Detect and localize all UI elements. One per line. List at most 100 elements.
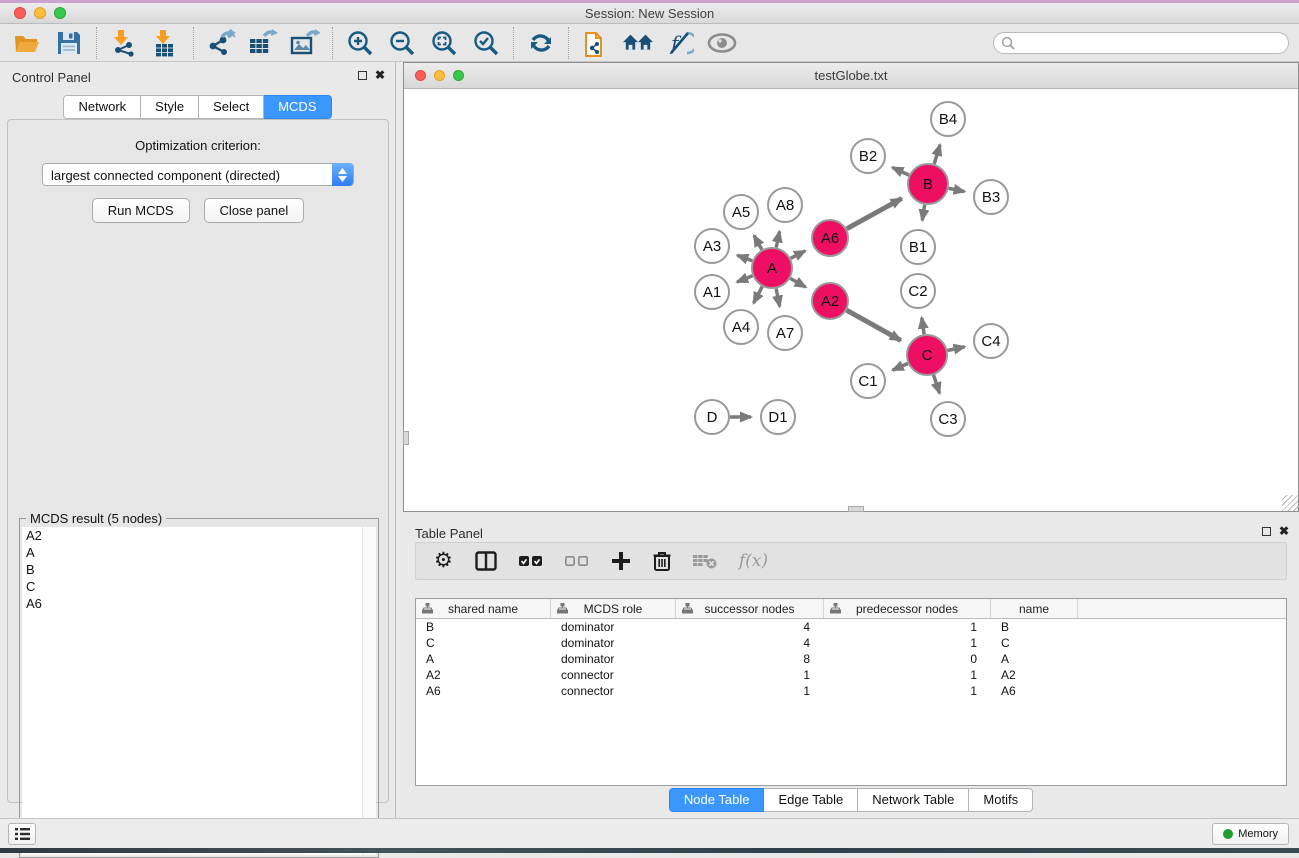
result-item[interactable]: A xyxy=(22,544,362,561)
status-bar: Memory xyxy=(0,818,1299,848)
import-network-icon[interactable] xyxy=(109,28,139,58)
column-header-predecessor-nodes[interactable]: predecessor nodes xyxy=(824,599,991,618)
run-mcds-button[interactable]: Run MCDS xyxy=(92,198,190,223)
criterion-selected-value: largest connected component (directed) xyxy=(51,168,280,183)
split-table-icon[interactable] xyxy=(475,551,497,571)
table-cell: 4 xyxy=(676,636,824,650)
table-cell: A6 xyxy=(416,684,551,698)
result-item[interactable]: C xyxy=(22,578,362,595)
graph-node-label: B1 xyxy=(909,239,927,256)
edge-A-A8 xyxy=(776,231,779,247)
zoom-fit-icon[interactable] xyxy=(429,28,459,58)
task-history-button[interactable] xyxy=(8,823,36,845)
graph-node-label: A8 xyxy=(776,197,794,214)
table-panel-title: Table Panel xyxy=(415,526,483,541)
network-canvas[interactable]: B4B2BB3B1A5A8A6A3AA1A4A7A2C2CC4C1C3DD1 xyxy=(404,89,1298,511)
export-table-icon[interactable] xyxy=(248,28,278,58)
column-header-shared-name[interactable]: shared name xyxy=(416,599,551,618)
control-panel-float-icon[interactable] xyxy=(358,71,367,80)
tab-motifs[interactable]: Motifs xyxy=(969,788,1033,812)
table-cell: A6 xyxy=(991,684,1078,698)
table-cell: 4 xyxy=(676,620,824,634)
network-vertical-scroll-thumb[interactable] xyxy=(403,431,409,445)
desktop-wallpaper-sliver xyxy=(0,848,1299,853)
home-icon[interactable] xyxy=(623,28,653,58)
show-graphics-details-icon[interactable]: f xyxy=(665,28,695,58)
tab-select[interactable]: Select xyxy=(199,95,264,119)
table-cell: 0 xyxy=(824,652,991,666)
edge-C-C3 xyxy=(934,375,940,393)
delete-table-icon[interactable] xyxy=(693,553,717,569)
table-panel-tabs: Node TableEdge TableNetwork TableMotifs xyxy=(403,788,1299,812)
export-group xyxy=(194,26,332,60)
function-builder-icon[interactable]: f(x) xyxy=(739,551,768,571)
graph-node-label: A1 xyxy=(703,284,721,301)
open-session-icon[interactable] xyxy=(12,28,42,58)
close-panel-button[interactable]: Close panel xyxy=(204,198,305,223)
mcds-result-groupbox: MCDS result (5 nodes) A2ABCA6 xyxy=(19,518,379,858)
result-list-scrollbar[interactable] xyxy=(362,527,376,855)
export-network-icon[interactable] xyxy=(206,28,236,58)
graph-node-label: C4 xyxy=(981,333,1000,350)
table-row[interactable]: A2connector11A2 xyxy=(416,667,1286,683)
result-item[interactable]: A2 xyxy=(22,527,362,544)
graph-node-label: B xyxy=(923,176,933,193)
control-panel-close-icon[interactable]: ✖ xyxy=(375,70,385,80)
graph-node-label: A3 xyxy=(703,238,721,255)
window-title: Session: New Session xyxy=(0,6,1299,21)
table-panel-close-icon[interactable]: ✖ xyxy=(1279,526,1289,536)
table-row[interactable]: A6connector11A6 xyxy=(416,683,1286,699)
zoom-out-icon[interactable] xyxy=(387,28,417,58)
network-window-title: testGlobe.txt xyxy=(404,68,1298,83)
graph-node-label: D1 xyxy=(768,409,787,426)
edge-B-B3 xyxy=(949,188,965,191)
refresh-view-icon[interactable] xyxy=(526,28,556,58)
toggle-bird-view-icon[interactable] xyxy=(707,28,737,58)
table-cell: 1 xyxy=(824,636,991,650)
tab-network-table[interactable]: Network Table xyxy=(858,788,969,812)
column-header-name[interactable]: name xyxy=(991,599,1078,618)
new-session-icon[interactable] xyxy=(581,28,611,58)
graph-node-label: A2 xyxy=(821,293,839,310)
export-image-icon[interactable] xyxy=(290,28,320,58)
search-input[interactable] xyxy=(993,32,1289,54)
zoom-selected-icon[interactable] xyxy=(471,28,501,58)
mcds-result-list[interactable]: A2ABCA6 xyxy=(22,527,362,855)
graph-node-label: A6 xyxy=(821,230,839,247)
tab-style[interactable]: Style xyxy=(141,95,199,119)
network-window-resize-grip[interactable] xyxy=(1282,495,1298,511)
tab-node-table[interactable]: Node Table xyxy=(669,788,765,812)
delete-column-trash-icon[interactable] xyxy=(653,551,671,571)
tab-edge-table[interactable]: Edge Table xyxy=(764,788,858,812)
column-header-MCDS-role[interactable]: MCDS role xyxy=(551,599,676,618)
edge-B-B4 xyxy=(934,145,940,164)
zoom-in-icon[interactable] xyxy=(345,28,375,58)
deselect-all-checkboxes-icon[interactable] xyxy=(565,555,589,567)
table-row[interactable]: Cdominator41C xyxy=(416,635,1286,651)
table-cell: 8 xyxy=(676,652,824,666)
column-header-successor-nodes[interactable]: successor nodes xyxy=(676,599,824,618)
table-cell: 1 xyxy=(676,668,824,682)
edge-A-A1 xyxy=(737,276,752,282)
save-session-icon[interactable] xyxy=(54,28,84,58)
settings-gear-icon[interactable]: ⚙ xyxy=(434,551,453,571)
table-cell: dominator xyxy=(551,652,676,666)
add-column-icon[interactable] xyxy=(611,551,631,571)
edge-A6-B xyxy=(847,198,902,228)
result-item[interactable]: A6 xyxy=(22,595,362,612)
table-panel: Table Panel ✖ ⚙ xyxy=(403,512,1299,818)
import-table-icon[interactable] xyxy=(151,28,181,58)
memory-button[interactable]: Memory xyxy=(1212,823,1289,845)
criterion-select[interactable]: largest connected component (directed) xyxy=(42,163,354,186)
view-group: f xyxy=(569,26,749,60)
graph-node-label: B4 xyxy=(939,111,957,128)
table-row[interactable]: Bdominator41B xyxy=(416,619,1286,635)
edge-A-A3 xyxy=(737,255,752,260)
tab-mcds[interactable]: MCDS xyxy=(264,95,331,119)
table-cell: C xyxy=(416,636,551,650)
table-row[interactable]: Adominator80A xyxy=(416,651,1286,667)
table-panel-float-icon[interactable] xyxy=(1262,527,1271,536)
tab-network[interactable]: Network xyxy=(63,95,141,119)
select-all-checkboxes-icon[interactable] xyxy=(519,555,543,567)
result-item[interactable]: B xyxy=(22,561,362,578)
